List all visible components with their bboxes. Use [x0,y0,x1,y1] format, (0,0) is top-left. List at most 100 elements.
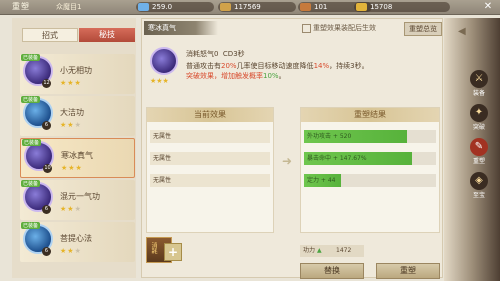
desc-pct-3: 10% [263,72,279,80]
resource-gem-value: 259.0 [152,3,173,11]
sparkle-icon: ✦ [470,104,488,122]
power-label: 功力 [303,247,316,254]
resource-gem[interactable]: 259.0 [136,2,214,12]
close-icon[interactable]: ✕ [482,1,494,13]
treasure-icon: ◈ [470,172,488,190]
page-subtitle: 众魔目1 [56,3,82,11]
skill-level: 6 [42,121,51,130]
gem-icon [138,3,149,11]
up-arrow-icon: ▲ [316,247,322,254]
skill-name: 寒冰真气 [61,151,93,160]
side-menu-label: 重塑 [472,158,485,165]
desc-text-e: 。 [278,72,286,80]
skill-name: 小无相功 [60,66,92,75]
star-rating: ★★★ [60,247,82,255]
back-arrow-icon[interactable]: ◀ [458,26,470,38]
resource-gold-value: 15708 [370,3,393,11]
equipped-badge: 已装备 [21,222,41,229]
selected-skill-stars: ★★★ [150,77,169,85]
skill-cooldown: CD3秒 [222,50,245,58]
top-bar: 重塑 众魔目1 259.0 117569 101 15708 ✕ [0,0,500,15]
result-row-text: 定力 + 44 [307,177,336,184]
desc-text-a: 普通攻击有 [186,62,221,70]
reforge-note-text: 重塑效果装配后生效 [313,24,376,32]
resource-token-value: 101 [314,3,328,11]
reforge-panel: 寒冰真气 重塑效果装配后生效 重塑总览 ★★★ 消耗怒气0 CD3秒 普通攻击有… [141,18,443,279]
tab-moves[interactable]: 招式 [22,28,78,42]
skill-item-3[interactable]: 已装备 6 混元一气功 ★★★ [20,180,135,220]
equipped-badge: 已装备 [21,96,41,103]
copper-icon [220,3,231,11]
reforge-note[interactable]: 重塑效果装配后生效 [302,23,376,33]
equipped-badge: 已装备 [21,180,41,187]
current-effect-row: 无属性 [150,152,270,165]
tab-secret-arts[interactable]: 秘技 [79,28,135,42]
desc-text-d: 突破效果，增加触发概率 [186,72,263,80]
result-row-text: 外功攻击 + 520 [307,133,352,140]
sword-icon: ⚔ [470,70,488,88]
desc-pct-1: 20% [221,62,237,70]
star-rating: ★★★ [61,164,83,172]
side-menu-equip[interactable]: ⚔ 装备 [464,70,494,100]
skill-list-panel: 招式 秘技 已装备 12 小无相功 ★★★ 已装备 6 大洁功 ★★★ 已装备 … [12,18,136,278]
equipped-badge: 已装备 [22,139,42,146]
selected-skill-name: 寒冰真气 [144,21,218,35]
arrow-right-icon: ➜ [281,154,293,168]
skill-level: 12 [42,79,51,88]
skill-name: 大洁功 [60,108,84,117]
skill-name: 混元一气功 [60,192,100,201]
desc-text-c: ，持续3秒。 [329,62,369,70]
current-effect-row: 无属性 [150,130,270,143]
current-effects-header: 当前效果 [147,108,273,122]
star-rating: ★★★ [60,205,82,213]
resource-gold[interactable]: 15708 [354,2,450,12]
result-row: 暴击命中 + 147.67% [304,152,436,165]
side-menu-reforge[interactable]: ✎ 重塑 [464,138,494,168]
skill-item-4[interactable]: 已装备 6 菩提心法 ★★★ [20,222,135,262]
reforge-overview-button[interactable]: 重塑总览 [404,22,442,36]
reforge-result-header: 重塑结果 [301,108,439,122]
current-effects-box: 当前效果 无属性 无属性 无属性 [146,107,274,233]
skill-name: 菩提心法 [60,234,92,243]
selected-skill-icon [150,47,178,75]
result-row-text: 暴击命中 + 147.67% [307,155,367,162]
resource-copper-value: 117569 [234,3,261,11]
skill-item-2-selected[interactable]: 已装备 10 寒冰真气 ★★★ [20,138,135,178]
side-menu-label: 装备 [472,90,485,97]
page-title: 重塑 [12,2,30,11]
result-row: 外功攻击 + 520 [304,130,436,143]
swap-button[interactable]: 替换 [300,263,364,279]
material-label: 消耗 [150,242,157,254]
side-menu-label: 至宝 [472,192,485,199]
skill-tabs: 招式 秘技 [22,28,135,42]
side-menu: ⚔ 装备 ✦ 突破 ✎ 重塑 ◈ 至宝 [444,18,500,281]
token-icon [300,3,311,11]
brush-icon: ✎ [470,138,488,156]
skill-item-1[interactable]: 已装备 6 大洁功 ★★★ [20,96,135,136]
power-display: 功力 ▲ 1472 [300,245,364,257]
checkbox-icon[interactable] [302,23,311,33]
desc-pct-2: 14% [313,62,330,70]
side-menu-label: 突破 [472,124,485,131]
gold-ingot-icon [356,3,367,11]
star-rating: ★★★ [60,79,82,87]
skill-level: 10 [43,164,52,173]
skill-level: 6 [42,247,51,256]
resource-copper[interactable]: 117569 [218,2,296,12]
equipped-badge: 已装备 [21,54,41,61]
power-value: 1472 [336,247,352,254]
side-menu-breakthrough[interactable]: ✦ 突破 [464,104,494,134]
skill-item-0[interactable]: 已装备 12 小无相功 ★★★ [20,54,135,94]
reforge-button[interactable]: 重塑 [376,263,440,279]
skill-cost-line: 消耗怒气0 CD3秒 [186,49,245,59]
result-row: 定力 + 44 [304,174,436,187]
desc-text-b: 几率使目标移动速度降低 [236,62,314,70]
reforge-result-box: 重塑结果 外功攻击 + 520 暴击命中 + 147.67% 定力 + 44 [300,107,440,233]
skill-description: 普通攻击有20%几率使目标移动速度降低14%，持续3秒。 [186,61,369,71]
side-menu-treasure[interactable]: ◈ 至宝 [464,172,494,202]
skill-cost: 消耗怒气0 [186,50,219,58]
skill-breakthrough-effect: 突破效果，增加触发概率10%。 [186,71,286,81]
current-effect-row: 无属性 [150,174,270,187]
add-material-button[interactable]: + [164,243,182,261]
star-rating: ★★★ [60,121,82,129]
